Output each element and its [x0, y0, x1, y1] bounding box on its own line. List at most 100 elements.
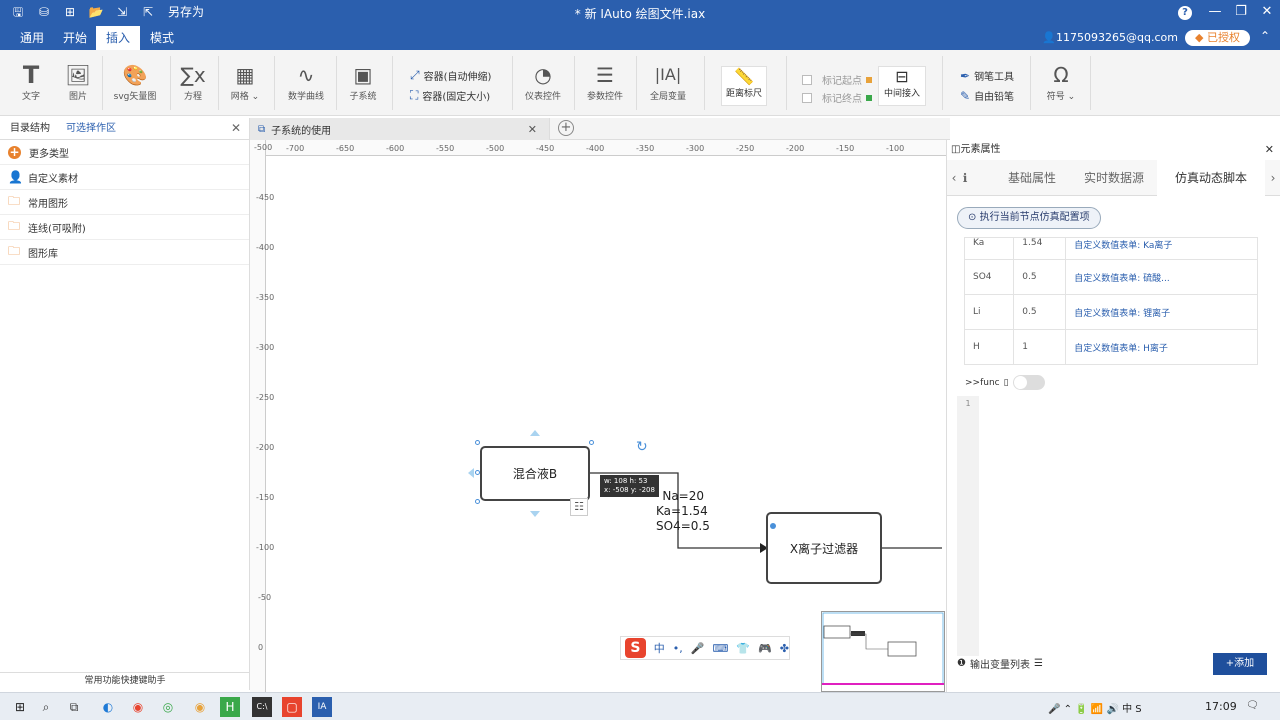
- node-x-ion-filter[interactable]: X离子过滤器: [766, 512, 882, 584]
- play-icon: ⊙: [968, 212, 977, 223]
- arrow-down-handle[interactable]: [530, 511, 540, 517]
- resize-handle[interactable]: [475, 440, 480, 445]
- shirt-icon[interactable]: 👕: [736, 642, 750, 655]
- save-icon[interactable]: 🖫: [10, 4, 26, 20]
- user-account[interactable]: 👤1175093265@qq.com: [1042, 31, 1178, 44]
- node-menu-icon[interactable]: ☷: [570, 498, 588, 516]
- resize-icon: ⤢: [410, 68, 420, 82]
- resize-handle[interactable]: [589, 440, 594, 445]
- app-red-icon[interactable]: ▢: [282, 697, 302, 717]
- save-as-button[interactable]: 另存为: [168, 4, 204, 20]
- tab-scroll-left-icon[interactable]: ‹: [947, 160, 961, 196]
- drawing-canvas[interactable]: -700 -650 -600 -550 -500 -450 -400 -350 …: [250, 140, 946, 692]
- resize-handle[interactable]: [475, 499, 480, 504]
- windows-start-icon[interactable]: ⊞: [10, 697, 30, 717]
- close-icon[interactable]: ✕: [231, 121, 241, 135]
- param-tool[interactable]: ☰ 参数控件: [584, 50, 626, 116]
- edge-icon[interactable]: ◐: [98, 697, 118, 717]
- export-icon[interactable]: ⇲: [114, 4, 130, 20]
- text-tool[interactable]: T 文字: [14, 50, 48, 116]
- search-icon[interactable]: ⌕: [36, 697, 56, 717]
- list-item-custom-material[interactable]: 👤 自定义素材: [0, 165, 249, 190]
- connection-point[interactable]: [770, 523, 776, 529]
- image-tool[interactable]: 🖼 图片: [60, 50, 96, 116]
- tray-icons[interactable]: 🎤 ⌃ 🔋 📶 🔊 中 S: [1048, 700, 1142, 715]
- tab-basic-properties[interactable]: 基础属性: [987, 160, 1077, 196]
- minimap[interactable]: [821, 611, 945, 692]
- tab-workspace[interactable]: 可选择作区: [58, 118, 124, 140]
- notification-icon[interactable]: 🗨: [1246, 700, 1259, 711]
- minimize-icon[interactable]: —: [1202, 0, 1228, 26]
- pen-tool[interactable]: ✒ 钢笔工具: [960, 68, 1014, 84]
- tab-subsystem-usage[interactable]: ⧉ 子系统的使用 ✕: [250, 118, 550, 140]
- menu-mode[interactable]: 模式: [140, 26, 184, 50]
- mark-start-option[interactable]: 标记起点: [802, 72, 872, 87]
- menu-insert[interactable]: 插入: [96, 26, 141, 50]
- list-item-connectors[interactable]: 🗀 连线(可吸附): [0, 215, 249, 240]
- chrome-icon[interactable]: ◉: [128, 697, 148, 717]
- microphone-icon[interactable]: 🎤: [691, 642, 705, 655]
- add-button[interactable]: +添加: [1213, 653, 1267, 675]
- game-icon[interactable]: 🎮: [758, 642, 772, 655]
- maximize-icon[interactable]: ❐: [1228, 0, 1254, 26]
- symbol-tool[interactable]: Ω 符号 ⌄: [1040, 50, 1082, 116]
- math-curve-tool[interactable]: ∿ 数学曲线: [284, 50, 328, 116]
- grid-tool[interactable]: ▦ 网格 ⌄: [226, 50, 264, 116]
- open-folder-icon[interactable]: 📂: [88, 4, 104, 20]
- pencil-tool[interactable]: ✎ 自由铅笔: [960, 88, 1014, 104]
- authorized-badge[interactable]: ◆ 已授权: [1185, 30, 1250, 46]
- arrow-up-handle[interactable]: [530, 430, 540, 436]
- tab-scroll-right-icon[interactable]: ›: [1265, 160, 1280, 196]
- menu-start[interactable]: 开始: [53, 26, 97, 50]
- global-var-tool[interactable]: |IA| 全局变量: [646, 50, 690, 116]
- new-file-icon[interactable]: ⊞: [62, 4, 78, 20]
- mark-start-checkbox[interactable]: [802, 74, 812, 85]
- person-icon: 👤: [8, 170, 23, 184]
- collapse-ribbon-icon[interactable]: ⌃: [1260, 29, 1270, 43]
- help-icon[interactable]: ?: [1178, 6, 1192, 20]
- iauto-icon[interactable]: IA: [312, 697, 332, 717]
- list-item-shape-library[interactable]: 🗀 图形库: [0, 240, 249, 265]
- ime-toolbar[interactable]: S 中 •, 🎤 ⌨ 👕 🎮 ✤: [620, 636, 790, 660]
- keyboard-icon[interactable]: ⌨: [712, 642, 728, 655]
- list-item-common-shapes[interactable]: 🗀 常用图形: [0, 190, 249, 215]
- script-editor[interactable]: 1: [957, 396, 1267, 656]
- filter-icon[interactable]: ☰: [1034, 658, 1043, 669]
- apps-icon[interactable]: ✤: [780, 642, 789, 655]
- container-fixed-tool[interactable]: ⛶ 容器(固定大小): [410, 88, 490, 103]
- tab-simulation-script[interactable]: 仿真动态脚本: [1157, 160, 1265, 196]
- save-as-icon[interactable]: ⇱: [140, 4, 156, 20]
- distance-ruler-tool[interactable]: 📏 距离标尺: [721, 66, 767, 106]
- func-toggle[interactable]: [1012, 375, 1045, 390]
- database-icon[interactable]: ⛁: [36, 4, 52, 20]
- clock[interactable]: 17:09: [1205, 700, 1237, 713]
- tab-directory[interactable]: 目录结构: [2, 118, 58, 140]
- mark-end-option[interactable]: 标记终点: [802, 90, 872, 105]
- close-icon[interactable]: ✕: [1265, 140, 1274, 160]
- add-tab-icon[interactable]: +: [558, 120, 574, 136]
- task-view-icon[interactable]: ⧉: [64, 697, 84, 717]
- menu-general[interactable]: 通用: [10, 26, 54, 50]
- terminal-icon[interactable]: C:\: [252, 697, 272, 717]
- browser-icon[interactable]: ◎: [158, 697, 178, 717]
- rotate-icon[interactable]: ↻: [636, 439, 648, 455]
- tab-realtime-data[interactable]: 实时数据源: [1073, 160, 1155, 196]
- close-icon[interactable]: ✕: [1254, 0, 1280, 26]
- mark-end-checkbox[interactable]: [802, 92, 812, 103]
- gauge-tool[interactable]: ◔ 仪表控件: [522, 50, 564, 116]
- close-icon[interactable]: ✕: [528, 123, 537, 136]
- shortcut-helper[interactable]: 常用功能快捷键助手: [0, 672, 250, 690]
- output-variables[interactable]: ❶ 输出变量列表 ☰: [957, 656, 1043, 671]
- chrome-icon[interactable]: ◉: [190, 697, 210, 717]
- app-h-icon[interactable]: H: [220, 697, 240, 717]
- arrow-left-handle[interactable]: [468, 468, 474, 478]
- svg-tool[interactable]: 🎨 svg矢量图: [110, 50, 160, 116]
- middle-access-tool[interactable]: ⊟ 中间接入: [878, 66, 926, 106]
- list-item-more-types[interactable]: + 更多类型: [0, 140, 249, 165]
- execute-simulation-button[interactable]: ⊙ 执行当前节点仿真配置项: [957, 207, 1101, 229]
- subsystem-tool[interactable]: ▣ 子系统: [346, 50, 380, 116]
- equation-tool[interactable]: ∑x 方程: [178, 50, 208, 116]
- tab-partial[interactable]: ℹ: [961, 160, 969, 196]
- node-mixture-b[interactable]: 混合液B: [480, 446, 590, 501]
- container-auto-tool[interactable]: ⤢ 容器(自动伸缩): [410, 68, 491, 83]
